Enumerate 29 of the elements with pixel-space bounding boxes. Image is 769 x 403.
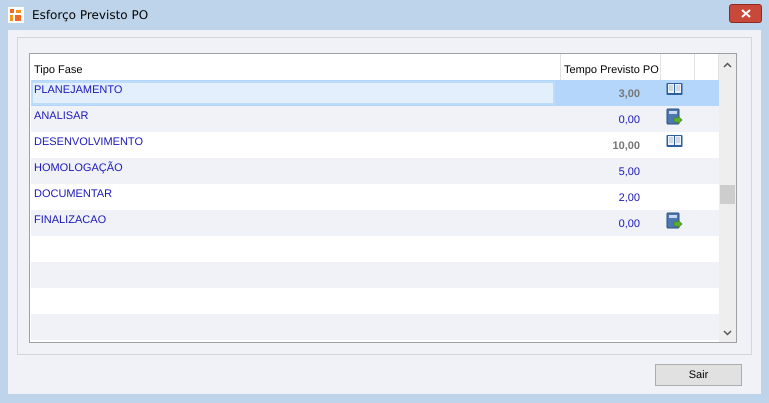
close-button[interactable]	[729, 4, 762, 22]
table-row[interactable]: HOMOLOGAÇÃO 5,00	[31, 158, 719, 184]
book-icon[interactable]	[666, 134, 683, 148]
window-title: Esforço Previsto PO	[32, 8, 150, 22]
table-row[interactable]: ANALISAR 0,00	[31, 106, 719, 132]
scroll-up-icon[interactable]	[723, 62, 732, 68]
table-cell-text: DOCUMENTAR	[33, 187, 114, 202]
document-export-icon[interactable]	[666, 108, 683, 126]
table-cell-text: 0,00	[618, 217, 641, 232]
table-cell: PLANEJAMENTO	[31, 81, 555, 105]
book-icon[interactable]	[666, 82, 683, 96]
app-icon	[8, 7, 24, 23]
table-cell-text: 0,00	[618, 113, 641, 128]
scroll-down-icon[interactable]	[723, 330, 732, 336]
exit-button[interactable]: Sair	[655, 364, 742, 386]
table-cell-text: ANALISAR	[33, 109, 90, 124]
table-cell-text: HOMOLOGAÇÃO	[33, 160, 124, 176]
scrollbar[interactable]	[719, 54, 736, 342]
document-export-icon[interactable]	[666, 212, 683, 230]
close-icon[interactable]	[740, 8, 750, 18]
table-cell-text: 10,00	[611, 139, 641, 154]
table-cell-text: DESENVOLVIMENTO	[33, 135, 144, 150]
table-cell-text: 5,00	[618, 165, 641, 180]
scroll-thumb[interactable]	[720, 185, 735, 204]
table-cell-text: 3,00	[618, 87, 641, 102]
table-cell-text: FINALIZACAO	[33, 213, 108, 228]
table-row[interactable]: FINALIZACAO 0,00	[31, 210, 719, 236]
table-cell-text: 2,00	[618, 191, 641, 206]
table-row[interactable]: PLANEJAMENTO 3,00	[31, 80, 719, 106]
